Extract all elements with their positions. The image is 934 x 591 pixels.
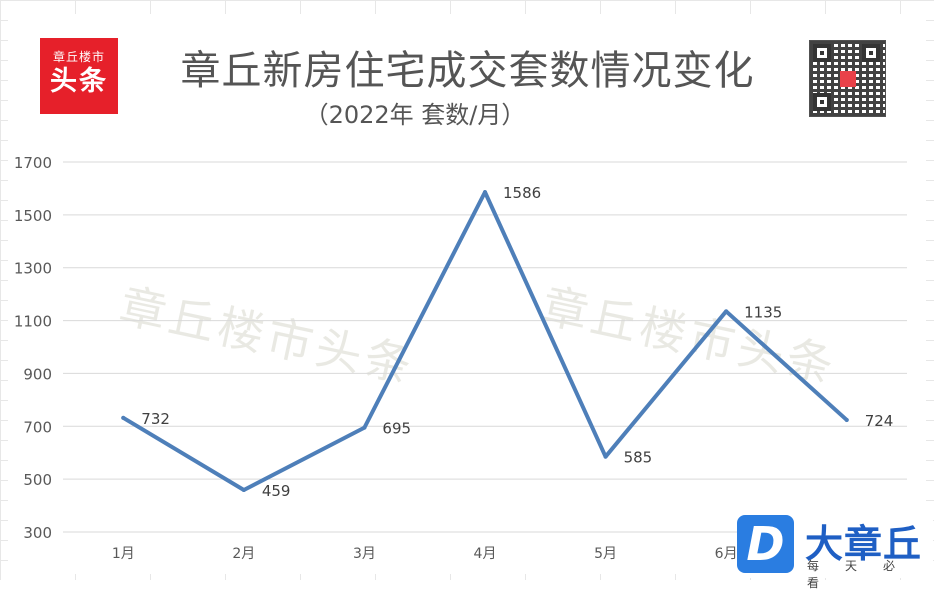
y-tick-label: 900 [23,365,52,383]
data-point [121,415,126,420]
brand-badge: D 大章丘 每天必看 [737,515,933,590]
y-tick-label: 700 [23,418,52,436]
x-tick-label: 6月 [715,546,738,562]
data-label: 732 [141,410,170,428]
data-point [362,425,367,430]
y-tick-label: 1100 [14,313,52,331]
data-point [241,487,246,492]
y-tick-label: 1500 [14,207,52,225]
x-tick-label: 5月 [594,546,617,562]
data-label: 585 [624,449,653,467]
y-tick-label: 1700 [14,154,52,172]
y-tick-label: 300 [23,524,52,542]
line-chart: 300 500 700 900 1100 1300 1500 1700 1月 2月 3月 4月 5月 6月… [14,154,907,562]
data-point [603,454,608,459]
x-tick-label: 4月 [474,546,497,562]
series-line [121,190,849,492]
data-label: 1586 [503,184,541,202]
data-point [724,309,729,314]
badge-slogan: 每天必看 [807,559,922,590]
y-tick-label: 1300 [14,260,52,278]
d-logo-icon: D [737,515,794,573]
x-tick-label: 2月 [232,546,255,562]
data-label: 1135 [744,303,782,321]
x-tick-label: 1月 [112,546,135,562]
y-tick-label: 500 [23,471,52,489]
data-label: 724 [865,412,894,430]
data-label: 459 [262,482,291,500]
data-label: 695 [382,420,411,438]
data-point [844,417,849,422]
x-tick-label: 3月 [353,546,376,562]
data-point [483,190,487,195]
